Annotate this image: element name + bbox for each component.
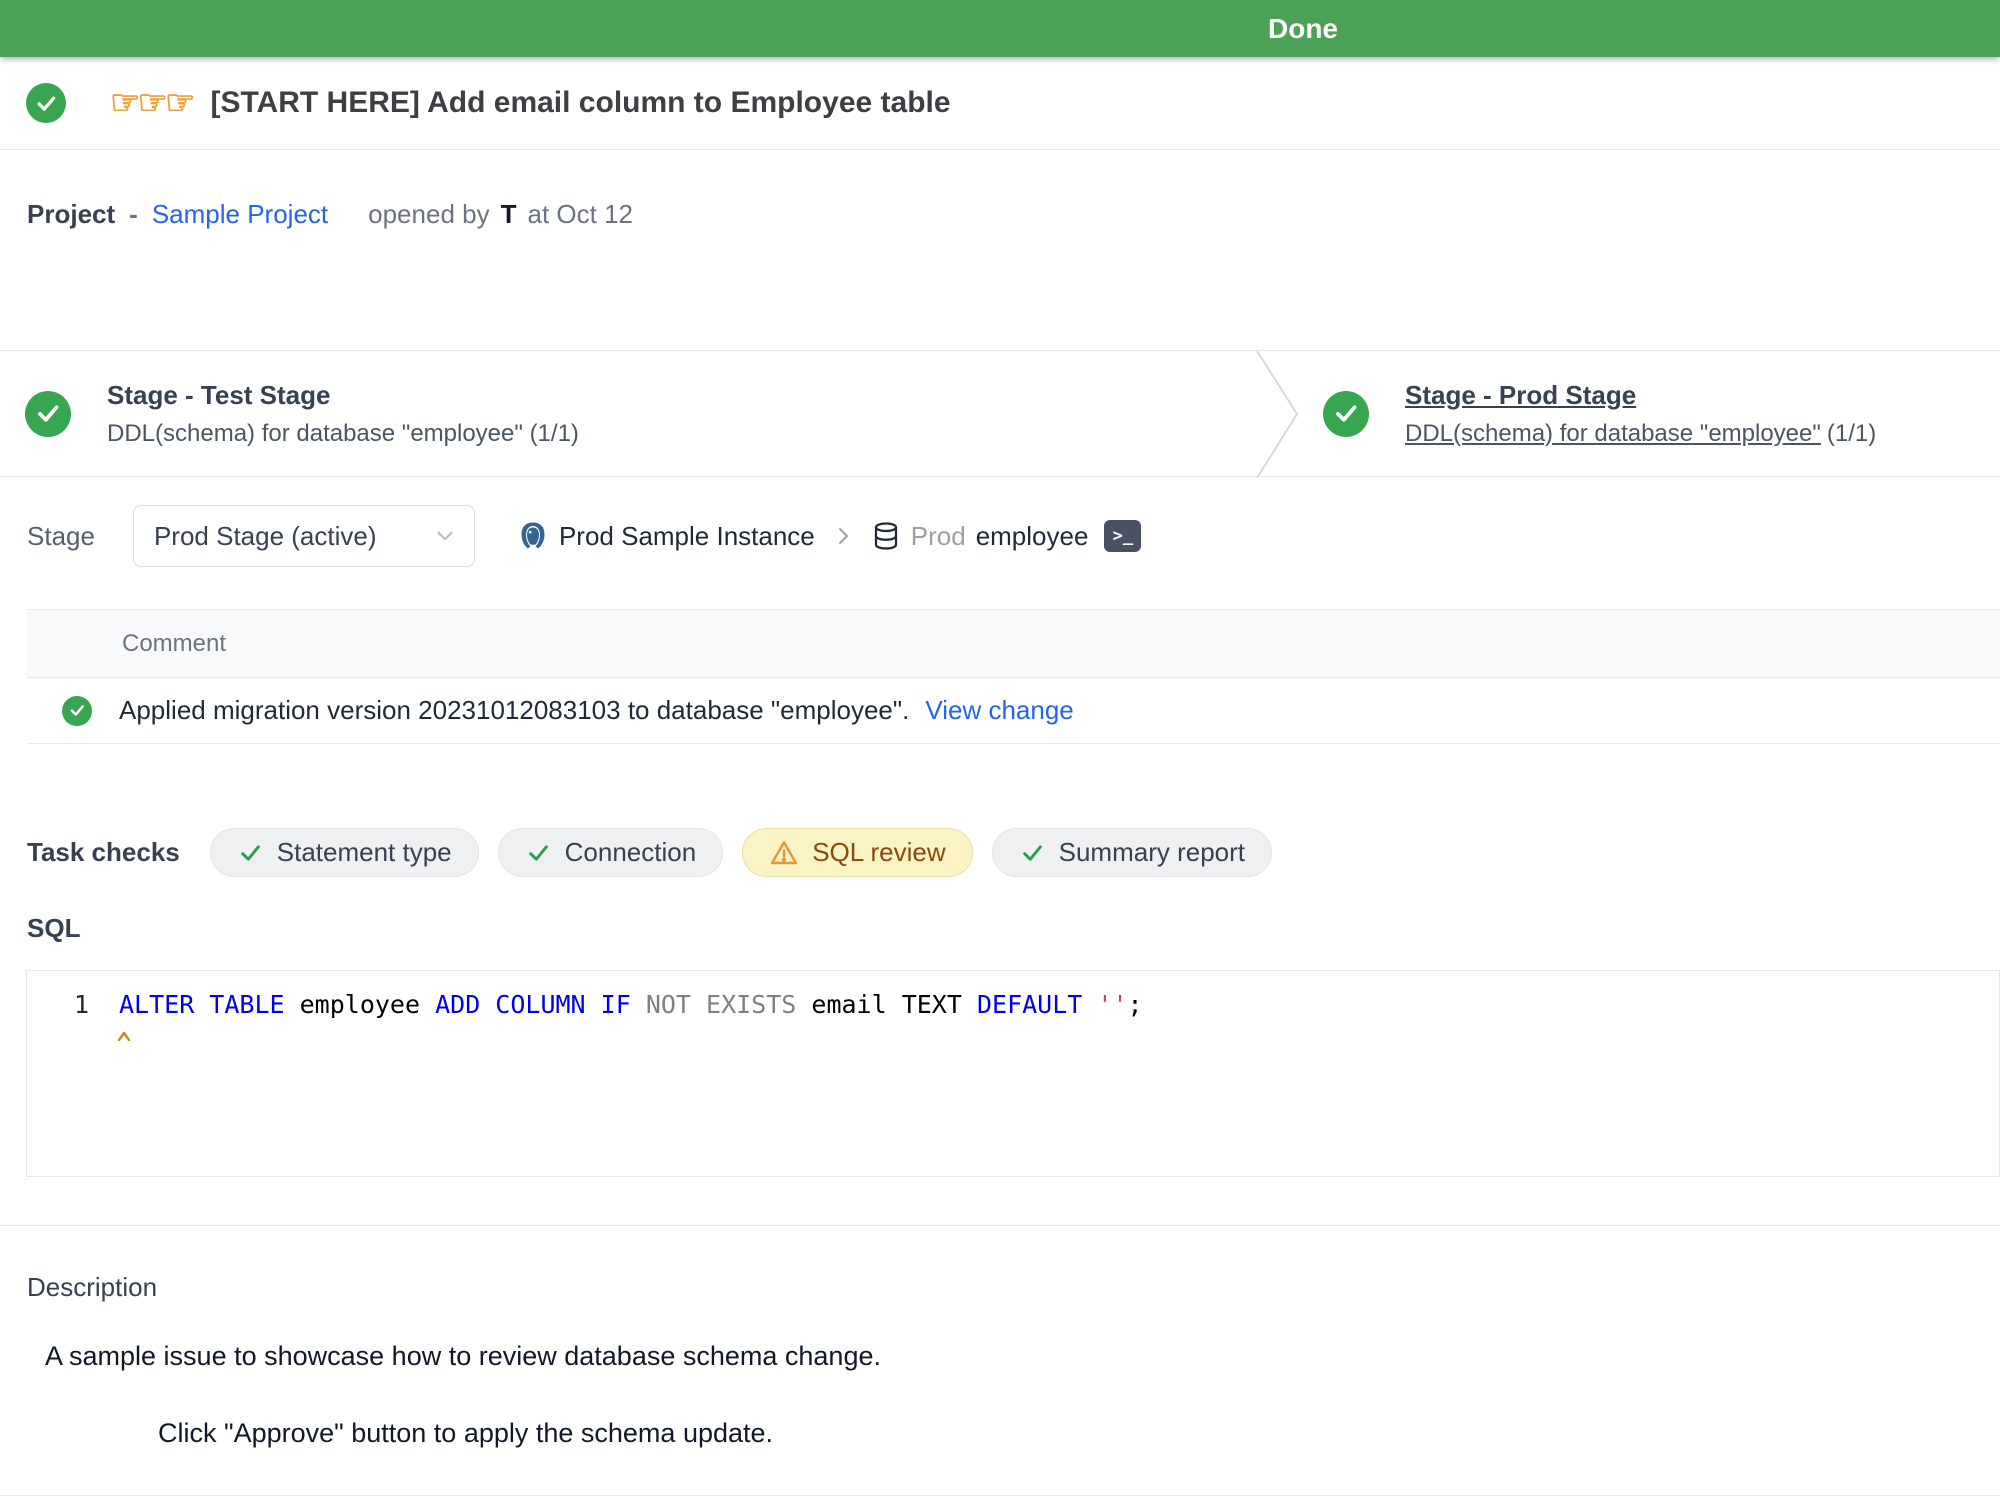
- task-check-label: Statement type: [277, 837, 452, 868]
- task-checks-row: Task checks Statement type Connection SQL …: [0, 828, 2000, 877]
- task-check-sql-review[interactable]: SQL review: [742, 828, 972, 877]
- description-label: Description: [0, 1272, 2000, 1303]
- stage-prod-task-count: (1/1): [1827, 420, 1876, 447]
- sql-editor[interactable]: 1 ALTER TABLE employee ADD COLUMN IF NOT…: [26, 970, 2000, 1177]
- status-banner-label: Done: [1268, 0, 1338, 57]
- stage-prod-title-link[interactable]: Stage - Prod Stage: [1405, 380, 1876, 411]
- task-check-pills: Statement type Connection SQL review Summar…: [210, 828, 1272, 877]
- stage-selector-bar: Stage Prod Stage (active) Prod Sample In…: [0, 505, 2000, 567]
- stage-test-title: Stage - Test Stage: [107, 380, 579, 411]
- comment-table: Comment Applied migration version 202310…: [27, 609, 2000, 744]
- stage-test-task: DDL(schema) for database "employee" (1/1…: [107, 420, 579, 448]
- breadcrumb-chevron-icon: [831, 524, 855, 548]
- section-divider: [0, 1225, 2000, 1226]
- sql-section-label: SQL: [0, 913, 2000, 944]
- comment-success-check-icon: [62, 696, 92, 726]
- comment-text: Applied migration version 20231012083103…: [119, 695, 909, 726]
- stage-prod[interactable]: Stage - Prod Stage DDL(schema) for datab…: [1299, 351, 1876, 476]
- project-dash: -: [129, 199, 138, 230]
- sql-editor-button[interactable]: >_: [1104, 520, 1141, 552]
- description-paragraph-2: Click "Approve" button to apply the sche…: [0, 1418, 2000, 1449]
- task-check-label: Summary report: [1059, 837, 1245, 868]
- creator-name: T: [501, 199, 517, 230]
- stage-test[interactable]: Stage - Test Stage DDL(schema) for datab…: [0, 351, 1255, 476]
- comment-row: Applied migration version 20231012083103…: [27, 678, 2000, 744]
- opened-at-text: at Oct 12: [527, 199, 633, 230]
- pipeline-stages: Stage - Test Stage DDL(schema) for datab…: [0, 350, 2000, 477]
- project-link[interactable]: Sample Project: [152, 199, 328, 230]
- task-check-label: SQL review: [812, 837, 945, 868]
- bottom-divider: [0, 1495, 2000, 1496]
- description-paragraph-1: A sample issue to showcase how to review…: [0, 1341, 2000, 1372]
- postgresql-icon: [517, 520, 549, 552]
- chevron-down-icon: [432, 523, 458, 549]
- instance-link[interactable]: Prod Sample Instance: [559, 521, 815, 552]
- environment-prefix: Prod: [911, 521, 966, 552]
- comment-table-header: Comment: [27, 610, 2000, 678]
- check-icon: [1019, 839, 1046, 866]
- stage-selector-label: Stage: [27, 521, 95, 552]
- view-change-link[interactable]: View change: [925, 695, 1073, 726]
- sql-line-number: 1: [27, 987, 89, 1023]
- stage-separator-chevron: [1255, 351, 1299, 476]
- opened-by-text: opened by: [368, 199, 489, 230]
- issue-title: [START HERE] Add email column to Employe…: [210, 86, 950, 120]
- stage-dropdown-value: Prod Stage (active): [154, 521, 377, 552]
- sql-warning-squiggle-icon: [117, 1019, 135, 1048]
- stage-prod-check-icon: [1323, 391, 1369, 437]
- project-label: Project: [27, 199, 115, 230]
- issue-title-row: ☞☞☞ [START HERE] Add email column to Emp…: [0, 57, 2000, 150]
- comment-header-label: Comment: [122, 630, 226, 658]
- database-icon: [871, 521, 901, 551]
- check-icon: [237, 839, 264, 866]
- issue-done-check-icon: [26, 83, 66, 123]
- database-link[interactable]: employee: [976, 521, 1089, 552]
- pointing-finger-emoji: ☞☞☞: [110, 83, 192, 123]
- check-icon: [525, 839, 552, 866]
- task-checks-label: Task checks: [27, 837, 180, 868]
- task-check-summary-report[interactable]: Summary report: [992, 828, 1272, 877]
- task-check-connection[interactable]: Connection: [498, 828, 724, 877]
- status-banner: Done: [0, 0, 2000, 57]
- project-row: Project - Sample Project opened by T at …: [0, 190, 2000, 238]
- stage-test-check-icon: [25, 391, 71, 437]
- task-check-statement-type[interactable]: Statement type: [210, 828, 479, 877]
- stage-prod-task-link[interactable]: DDL(schema) for database "employee": [1405, 420, 1821, 447]
- sql-code-line: ALTER TABLE employee ADD COLUMN IF NOT E…: [119, 987, 1143, 1023]
- task-check-label: Connection: [565, 837, 697, 868]
- sql-code-line-1: 1 ALTER TABLE employee ADD COLUMN IF NOT…: [27, 987, 1999, 1023]
- stage-dropdown[interactable]: Prod Stage (active): [133, 505, 475, 567]
- warning-icon: [769, 838, 799, 868]
